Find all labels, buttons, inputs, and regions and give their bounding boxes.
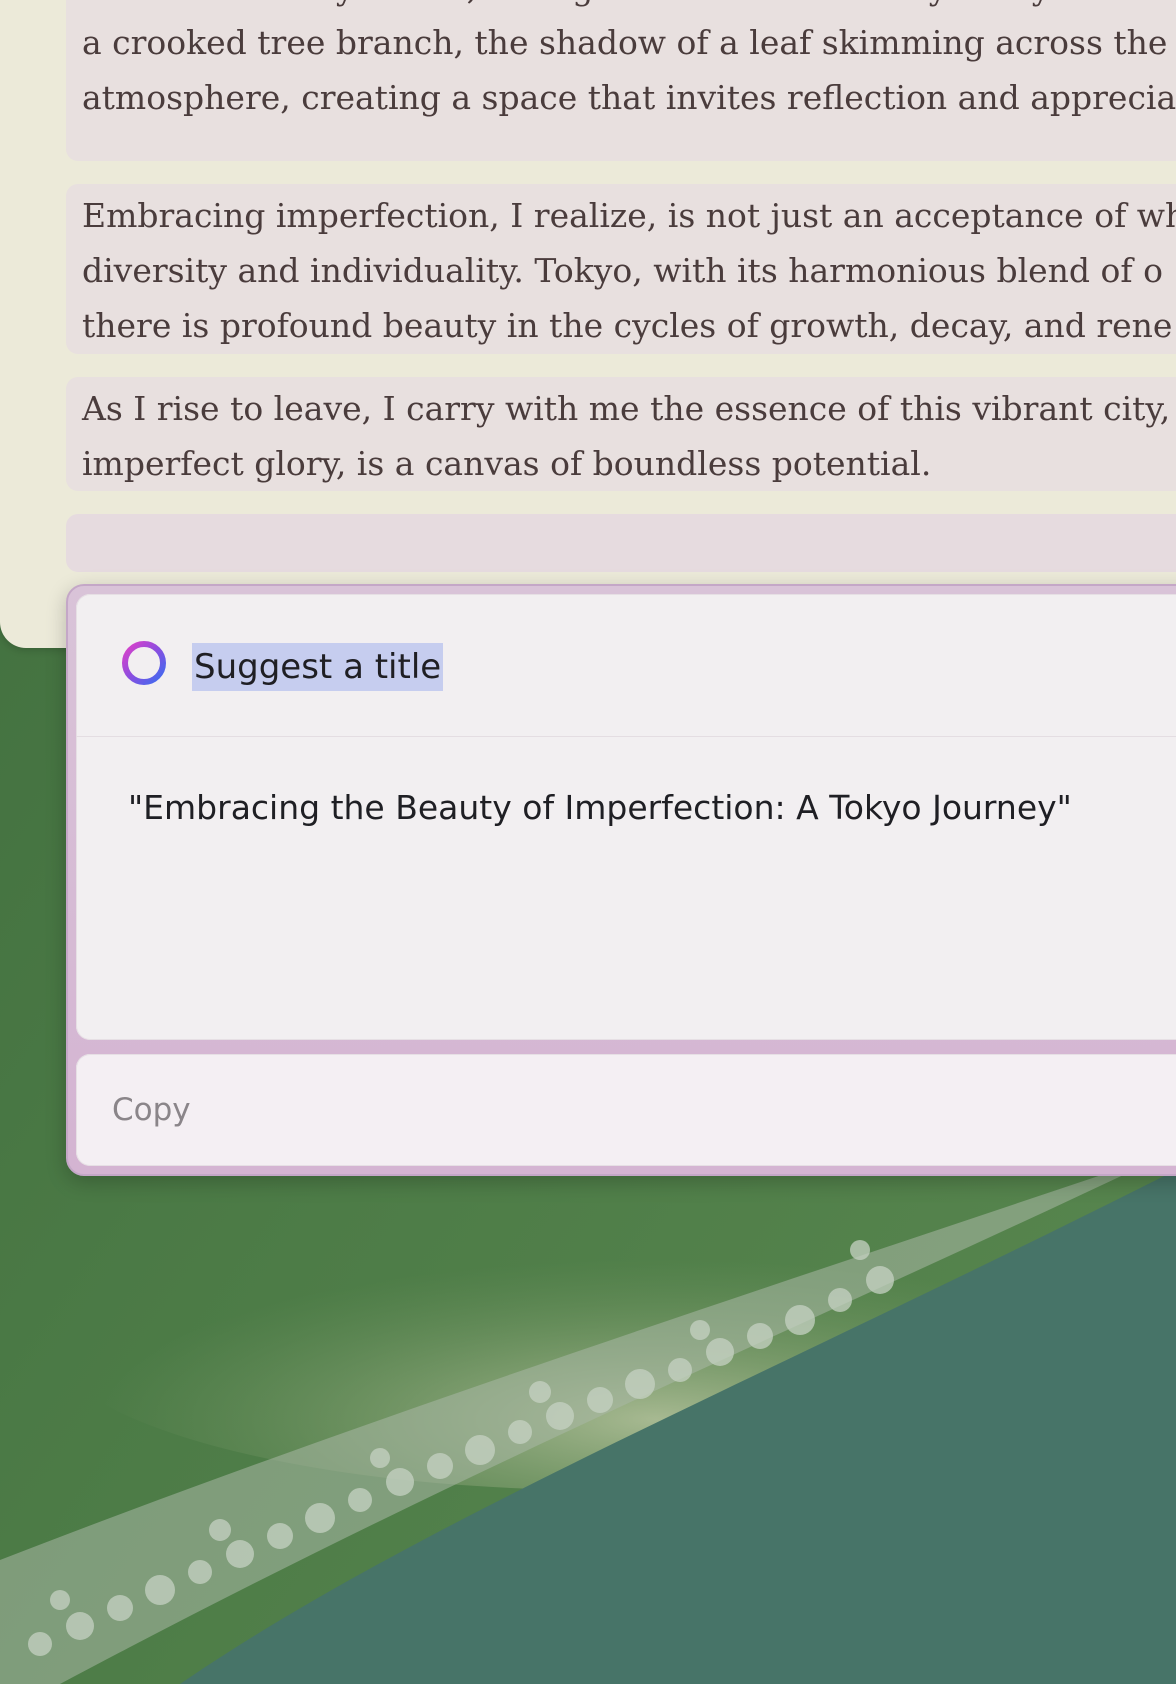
- paragraph-line: a crooked tree branch, the shadow of a l…: [82, 23, 1168, 62]
- paragraph-line: I sit on a nearby bench, taking in the s…: [82, 0, 1176, 15]
- writing-tools-panel: Suggest a title "Embracing the Beauty of…: [66, 584, 1176, 1176]
- paragraph-bench[interactable]: I sit on a nearby bench, taking in the s…: [66, 0, 1176, 161]
- action-bar: Copy: [76, 1054, 1176, 1166]
- paragraph-line: there is profound beauty in the cycles o…: [82, 306, 1173, 345]
- document-window: I sit on a nearby bench, taking in the s…: [0, 0, 1176, 648]
- empty-paragraph[interactable]: [66, 514, 1176, 572]
- paragraph-line: As I rise to leave, I carry with me the …: [82, 389, 1171, 428]
- prompt-header: Suggest a title: [76, 594, 1176, 737]
- paragraph-imperfection[interactable]: Embracing imperfection, I realize, is no…: [66, 184, 1176, 354]
- paragraph-line: Embracing imperfection, I realize, is no…: [82, 196, 1176, 235]
- paragraph-leave[interactable]: As I rise to leave, I carry with me the …: [66, 377, 1176, 491]
- prompt-label[interactable]: Suggest a title: [192, 643, 444, 691]
- copy-button[interactable]: Copy: [112, 1090, 191, 1130]
- paragraph-line: atmosphere, creating a space that invite…: [82, 78, 1176, 117]
- paragraph-line: diversity and individuality. Tokyo, with…: [82, 251, 1163, 290]
- result-card: Suggest a title "Embracing the Beauty of…: [76, 594, 1176, 1040]
- apple-intelligence-ring-icon: [122, 641, 166, 685]
- paragraph-line: imperfect glory, is a canvas of boundles…: [82, 444, 932, 483]
- suggested-title-text: "Embracing the Beauty of Imperfection: A…: [128, 788, 1072, 827]
